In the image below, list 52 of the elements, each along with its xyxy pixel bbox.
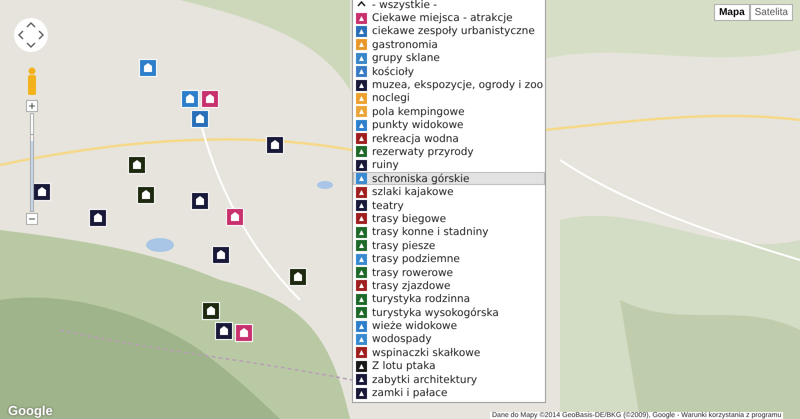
category-option[interactable]: wodospady bbox=[353, 332, 545, 346]
map-marker-icon[interactable] bbox=[191, 192, 209, 210]
zoom-out-button[interactable] bbox=[26, 213, 38, 225]
category-option[interactable]: rekreacja wodna bbox=[353, 132, 545, 146]
category-option[interactable]: szlaki kajakowe bbox=[353, 185, 545, 199]
category-option[interactable]: Ciekawe miejsca - atrakcje bbox=[353, 11, 545, 25]
category-option[interactable]: gastronomia bbox=[353, 38, 545, 52]
category-option[interactable]: turystyka rodzinna bbox=[353, 292, 545, 306]
category-option[interactable]: wspinaczki skałkowe bbox=[353, 346, 545, 360]
category-option[interactable]: punkty widokowe bbox=[353, 118, 545, 132]
category-option[interactable]: turystyka wysokogórska bbox=[353, 306, 545, 320]
map-marker-icon[interactable] bbox=[191, 110, 209, 128]
map-type-button[interactable]: Satelita bbox=[750, 4, 793, 21]
map-marker-icon[interactable] bbox=[137, 186, 155, 204]
map-marker-icon[interactable] bbox=[235, 324, 253, 342]
category-option[interactable]: zamki i pałace bbox=[353, 386, 545, 400]
category-option[interactable]: Z lotu ptaka bbox=[353, 360, 545, 373]
category-option[interactable]: trasy konne i stadniny bbox=[353, 226, 545, 240]
logo: Google bbox=[8, 403, 53, 418]
category-option[interactable]: muzea, ekspozycje, ogrody i zoo bbox=[353, 78, 545, 92]
map-marker-icon[interactable] bbox=[212, 246, 230, 264]
category-option[interactable]: trasy rowerowe bbox=[353, 266, 545, 280]
category-option[interactable]: rezerwaty przyrody bbox=[353, 145, 545, 159]
map-marker-icon[interactable] bbox=[201, 90, 219, 108]
category-option[interactable]: pola kempingowe bbox=[353, 105, 545, 119]
map-marker-icon[interactable] bbox=[215, 322, 233, 340]
category-option[interactable]: trasy piesze bbox=[353, 239, 545, 252]
category-option[interactable]: schroniska górskie bbox=[353, 172, 545, 186]
map-marker-icon[interactable] bbox=[181, 90, 199, 108]
category-option[interactable]: trasy zjazdowe bbox=[353, 279, 545, 293]
category-option[interactable]: - wszystkie - bbox=[353, 0, 545, 12]
map-marker-icon[interactable] bbox=[289, 268, 307, 286]
map-type-button[interactable]: Mapa bbox=[714, 4, 750, 21]
map-marker-icon[interactable] bbox=[202, 302, 220, 320]
category-option[interactable]: teatry bbox=[353, 198, 545, 212]
map-marker-icon[interactable] bbox=[226, 208, 244, 226]
zoom-in-button[interactable] bbox=[26, 100, 38, 112]
category-option[interactable]: grupy sklane bbox=[353, 52, 545, 65]
map-marker-icon[interactable] bbox=[139, 59, 157, 77]
category-option[interactable]: ruiny bbox=[353, 158, 545, 172]
category-option[interactable]: trasy biegowe bbox=[353, 212, 545, 226]
category-option[interactable]: trasy podziemne bbox=[353, 252, 545, 266]
category-option[interactable]: zabytki architektury bbox=[353, 372, 545, 386]
map-marker-icon[interactable] bbox=[89, 209, 107, 227]
category-option[interactable]: noclegi bbox=[353, 92, 545, 106]
pan-control[interactable] bbox=[14, 18, 48, 52]
map-marker-icon[interactable] bbox=[266, 136, 284, 154]
map-marker-icon[interactable] bbox=[128, 156, 146, 174]
category-option[interactable]: wieże widokowe bbox=[353, 319, 545, 333]
category-option[interactable]: ciekawe zespoły urbanistyczne bbox=[353, 24, 545, 38]
map-marker-icon[interactable] bbox=[33, 183, 51, 201]
category-option[interactable]: kościoły bbox=[353, 64, 545, 78]
